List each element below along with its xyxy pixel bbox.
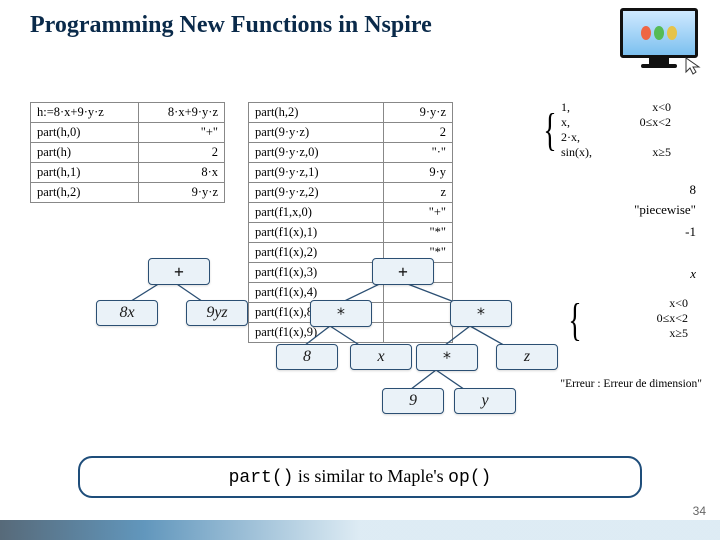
cas-cell: sin(x), xyxy=(557,145,616,160)
cas-cell: 1, xyxy=(557,100,616,115)
code-op: op() xyxy=(448,468,491,488)
page-title: Programming New Functions in Nspire xyxy=(30,12,432,39)
tree-node-plus-2: + xyxy=(372,258,434,285)
cas-cell xyxy=(383,283,452,303)
cas-cell xyxy=(616,130,675,145)
cas-cell: part(9·y·z,1) xyxy=(249,163,384,183)
cas-cell xyxy=(582,326,601,341)
cas-cell: 2·x, xyxy=(557,130,616,145)
cas-cell: 2 xyxy=(383,123,452,143)
cas-cell: x≥5 xyxy=(601,326,692,341)
cas-cell: part(9·y·z,2) xyxy=(249,183,384,203)
tree-node-z: z xyxy=(496,344,558,370)
tree-node-8: 8 xyxy=(276,344,338,370)
tree-node-star-3: * xyxy=(416,344,478,371)
cas-cell: part(h,0) xyxy=(31,123,139,143)
cas-cell: part(h,2) xyxy=(31,183,139,203)
label-n: 8 xyxy=(690,182,697,198)
cas-cell: part(f1,x,0) xyxy=(249,203,384,223)
cas-cell xyxy=(582,296,601,311)
label-neg1: -1 xyxy=(685,224,696,240)
cas-cell: part(f1(x),3) xyxy=(249,263,384,283)
cas-cell: x≥5 xyxy=(616,145,675,160)
cas-cell: part(f1(x),2) xyxy=(249,243,384,263)
cas-cell: 8·x xyxy=(139,163,225,183)
cas-cell: 9·y·z xyxy=(383,103,452,123)
tree-node-star-1: * xyxy=(310,300,372,327)
callout-box: part() is similar to Maple's op() xyxy=(78,456,642,498)
tree-node-y: y xyxy=(454,388,516,414)
cas-cell: part(h) xyxy=(31,143,139,163)
footer-bar xyxy=(0,520,720,540)
tree-node-9yz: 9yz xyxy=(186,300,248,326)
cursor-icon xyxy=(684,56,704,76)
cas-cell: 0≤x<2 xyxy=(616,115,675,130)
cas-cell: part(h,2) xyxy=(249,103,384,123)
cas-cell: 9·y·z xyxy=(139,183,225,203)
monitor-graphic xyxy=(620,8,698,70)
cas-cell: part(f1(x),1) xyxy=(249,223,384,243)
cas-cell: z xyxy=(383,183,452,203)
cas-cell: 9·y xyxy=(383,163,452,183)
cas-cell: h:=8·x+9·y·z xyxy=(31,103,139,123)
callout-text: is similar to Maple's xyxy=(293,466,448,486)
cas-cell xyxy=(383,303,452,323)
tree-node-x: x xyxy=(350,344,412,370)
cas-cell: "*" xyxy=(383,223,452,243)
cas-table-left: h:=8·x+9·y·z8·x+9·y·zpart(h,0)"+"part(h)… xyxy=(30,102,225,203)
cas-cell: "+" xyxy=(383,203,452,223)
cas-cell xyxy=(582,311,601,326)
cas-cell: x, xyxy=(557,115,616,130)
tree-node-plus-1: + xyxy=(148,258,210,285)
tree-node-star-2: * xyxy=(450,300,512,327)
tree-node-9: 9 xyxy=(382,388,444,414)
cas-cell: 0≤x<2 xyxy=(601,311,692,326)
cas-cell: x<0 xyxy=(601,296,692,311)
label-x: x xyxy=(690,266,696,282)
label-piecewise: "piecewise" xyxy=(634,202,696,218)
cas-cell: part(9·y·z,0) xyxy=(249,143,384,163)
tree-node-8x: 8x xyxy=(96,300,158,326)
cas-cell: part(9·y·z) xyxy=(249,123,384,143)
cas-block-right-top: { 1,x<0x,0≤x<22·x, sin(x),x≥5 8 "piecewi… xyxy=(475,100,700,220)
cas-cell: 2 xyxy=(139,143,225,163)
slide-number: 34 xyxy=(693,504,706,518)
cas-cell: x<0 xyxy=(616,100,675,115)
cas-cell: "·" xyxy=(383,143,452,163)
cas-cell: part(h,1) xyxy=(31,163,139,183)
cas-cell xyxy=(383,323,452,343)
cas-cell: "+" xyxy=(139,123,225,143)
cas-cell: 8·x+9·y·z xyxy=(139,103,225,123)
code-part: part() xyxy=(229,468,294,488)
